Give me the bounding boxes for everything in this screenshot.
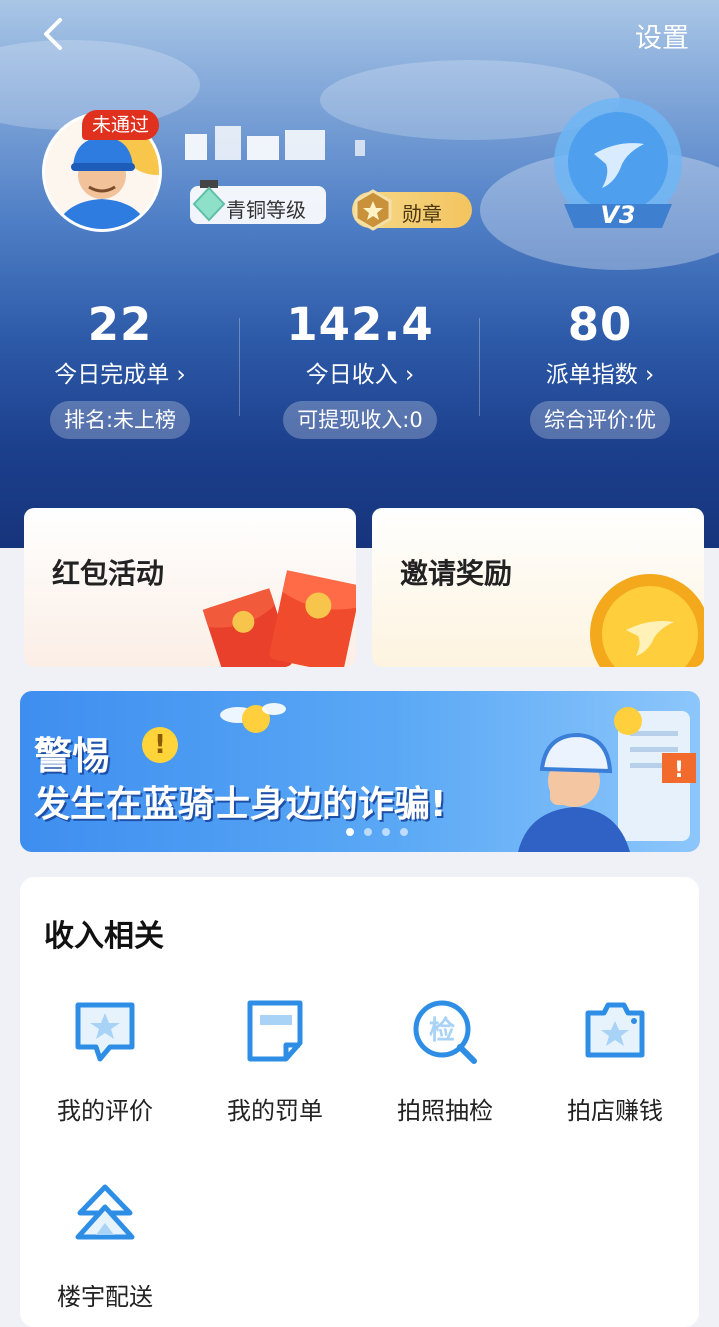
stat-income[interactable]: 142.4 今日收入 › 可提现收入:0 [240, 298, 480, 439]
entry-label: 楼宇配送 [57, 1283, 153, 1311]
chevron-right-icon: › [405, 362, 415, 388]
settings-button[interactable]: 设置 [635, 16, 689, 55]
chevron-right-icon: › [645, 362, 655, 388]
profile-header: 设置 未通过 青铜等级 勋章 V3 22 今日完成单 › 排名:未上榜 142.… [0, 0, 719, 548]
anti-fraud-banner[interactable]: 警惕 ! 发生在蓝骑士身边的诈骗! ! [20, 691, 700, 852]
invite-reward-card[interactable]: 邀请奖励 [372, 508, 704, 667]
stat-label: 今日收入 [305, 362, 398, 388]
star-chat-icon [75, 1002, 135, 1062]
chevron-right-icon: › [176, 362, 186, 388]
gold-coin-icon [590, 574, 704, 667]
vip-level-badge[interactable]: V3 [548, 92, 688, 252]
worried-rider-illustration: ! [518, 707, 696, 852]
back-arrow-icon[interactable] [36, 14, 76, 54]
medal-tag[interactable]: 勋章 [352, 189, 472, 231]
entry-label: 我的罚单 [227, 1097, 323, 1125]
exclamation-icon: ! [142, 727, 178, 763]
stat-pill: 排名:未上榜 [49, 401, 191, 439]
my-reviews-entry[interactable]: 我的评价 [20, 997, 190, 1126]
carousel-dot[interactable] [346, 828, 354, 836]
level-tag[interactable]: 青铜等级 [190, 180, 326, 224]
stat-dispatch-index[interactable]: 80 派单指数 › 综合评价:优 [480, 298, 719, 439]
ticket-icon [247, 1000, 303, 1062]
check-icon-text: 检 [429, 1015, 455, 1046]
stat-label-row: 派单指数 › [480, 355, 719, 389]
card-title: 邀请奖励 [400, 557, 513, 590]
stat-label-row: 今日收入 › [240, 355, 480, 389]
stat-pill: 可提现收入:0 [283, 401, 437, 439]
diamond-icon [192, 180, 226, 222]
medal-label: 勋章 [402, 202, 442, 226]
camera-icon [585, 1002, 645, 1058]
stat-value: 80 [567, 298, 633, 351]
red-envelope-icon [202, 570, 356, 667]
stat-orders[interactable]: 22 今日完成单 › 排名:未上榜 [0, 298, 240, 439]
flying-coin-icon [220, 703, 286, 733]
entry-label: 拍照抽检 [397, 1097, 493, 1125]
check-icon: 检 [413, 1000, 477, 1064]
username-masked [185, 126, 365, 160]
entry-label: 拍店赚钱 [567, 1097, 663, 1125]
level-label: 青铜等级 [226, 198, 306, 222]
status-badge: 未通过 [82, 110, 160, 140]
carousel-dots [346, 821, 418, 840]
photo-inspection-entry[interactable]: 检 拍照抽检 [360, 997, 530, 1126]
card-title: 红包活动 [52, 557, 165, 590]
shop-photo-earn-entry[interactable]: 拍店赚钱 [530, 997, 700, 1126]
building-icon [75, 1184, 135, 1240]
entry-label: 我的评价 [57, 1097, 153, 1125]
medal-icon [354, 189, 392, 231]
stat-value: 22 [87, 298, 153, 351]
svg-text:!: ! [674, 758, 684, 783]
building-delivery-entry[interactable]: 楼宇配送 [20, 1183, 190, 1312]
banner-line1: 警惕 [34, 734, 111, 778]
section-title: 收入相关 [44, 919, 164, 954]
my-tickets-entry[interactable]: 我的罚单 [190, 997, 360, 1126]
stat-pill: 综合评价:优 [529, 401, 671, 439]
stat-label: 今日完成单 [54, 362, 170, 388]
stat-value: 142.4 [286, 298, 434, 351]
red-packet-card[interactable]: 红包活动 [24, 508, 356, 667]
vip-level-text: V3 [600, 201, 635, 229]
stat-label: 派单指数 [545, 362, 638, 388]
carousel-dot[interactable] [364, 828, 372, 836]
carousel-dot[interactable] [400, 828, 408, 836]
carousel-dot[interactable] [382, 828, 390, 836]
stat-label-row: 今日完成单 › [0, 355, 240, 389]
income-section: 收入相关 我的评价 我的罚单 检 拍照抽检 拍店赚钱 楼宇配送 [20, 877, 699, 1327]
banner-line2: 发生在蓝骑士身边的诈骗! [34, 784, 447, 825]
